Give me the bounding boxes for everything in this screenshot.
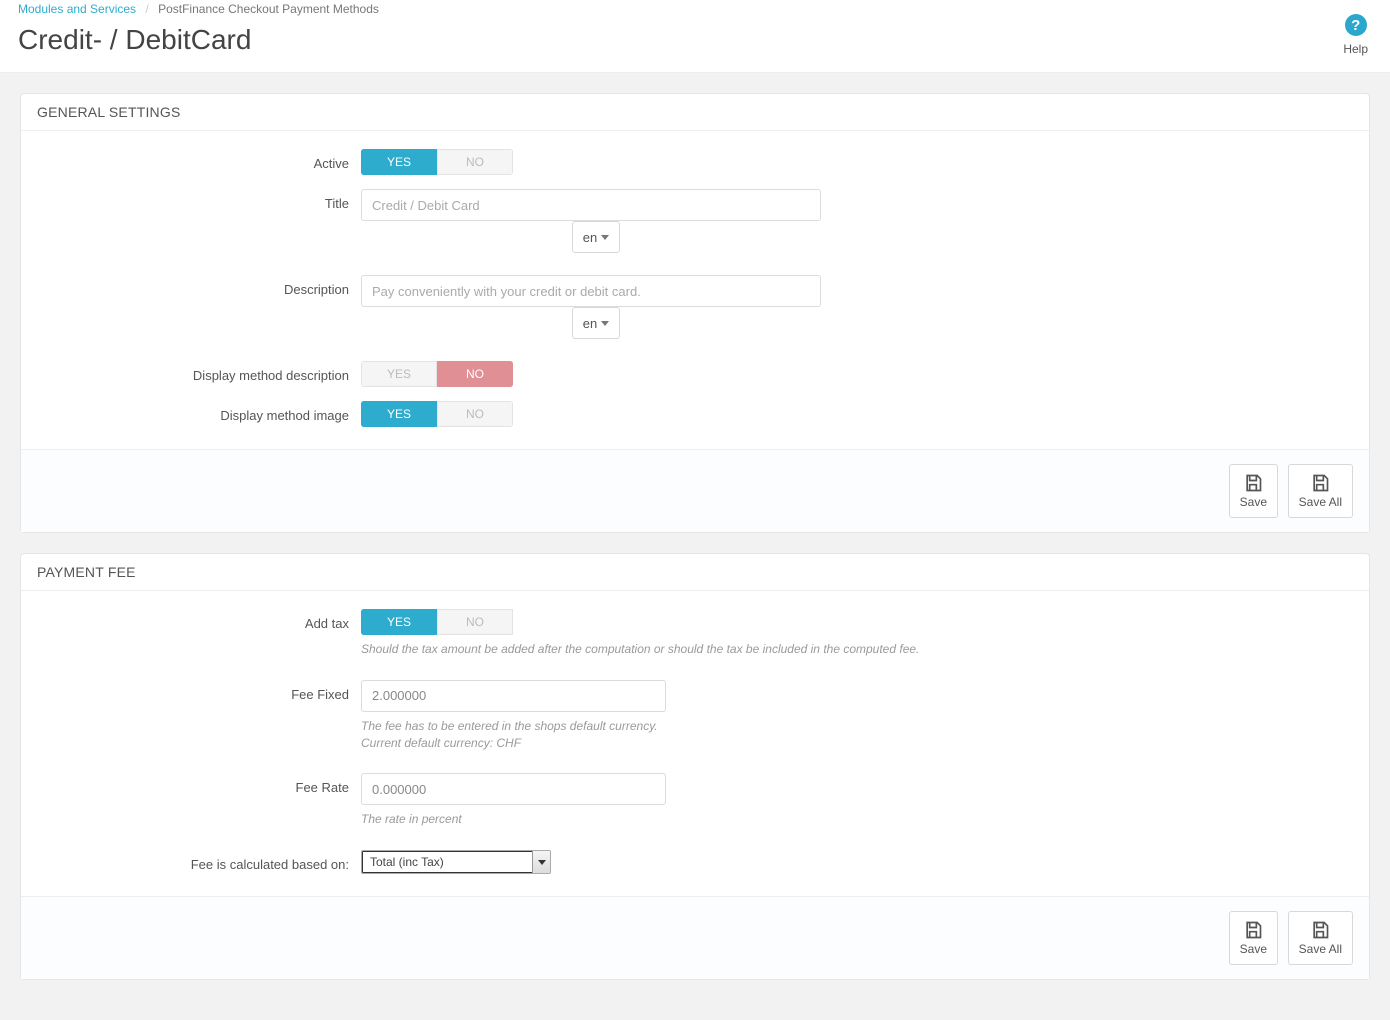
toggle-add-tax-no[interactable]: NO: [437, 609, 513, 635]
help-button[interactable]: ? Help: [1343, 14, 1368, 56]
label-fee-rate: Fee Rate: [41, 773, 361, 795]
lang-selector-title-label: en: [583, 230, 597, 245]
content-area: GENERAL SETTINGS Active YES NO Title en: [0, 72, 1390, 1020]
breadcrumb-current: PostFinance Checkout Payment Methods: [158, 2, 379, 16]
chevron-down-icon: [601, 321, 609, 326]
toggle-display-description-no[interactable]: NO: [437, 361, 513, 387]
label-description: Description: [41, 275, 361, 297]
breadcrumb-separator: /: [139, 2, 154, 16]
toggle-active-yes[interactable]: YES: [361, 149, 437, 175]
select-fee-base[interactable]: Total (inc Tax): [361, 850, 551, 874]
toggle-active[interactable]: YES NO: [361, 149, 513, 175]
label-fee-fixed: Fee Fixed: [41, 680, 361, 702]
panel-header-fee: PAYMENT FEE: [21, 554, 1369, 591]
help-label: Help: [1343, 42, 1368, 56]
panel-footer-general: Save Save All: [21, 449, 1369, 532]
lang-selector-description-label: en: [583, 316, 597, 331]
panel-header-general: GENERAL SETTINGS: [21, 94, 1369, 131]
save-icon: [1310, 920, 1330, 940]
save-all-button-label: Save All: [1299, 495, 1342, 509]
label-title: Title: [41, 189, 361, 211]
select-fee-base-button[interactable]: [532, 851, 550, 873]
toggle-display-image[interactable]: YES NO: [361, 401, 513, 427]
breadcrumb-root[interactable]: Modules and Services: [18, 2, 136, 16]
toggle-add-tax[interactable]: YES NO: [361, 609, 919, 635]
save-button[interactable]: Save: [1229, 464, 1278, 518]
panel-payment-fee: PAYMENT FEE Add tax YES NO Should the ta…: [20, 553, 1370, 980]
save-all-button[interactable]: Save All: [1288, 464, 1353, 518]
input-fee-rate[interactable]: [361, 773, 666, 805]
save-all-button-label: Save All: [1299, 942, 1342, 956]
help-text-add-tax: Should the tax amount be added after the…: [361, 641, 919, 658]
chevron-down-icon: [601, 235, 609, 240]
toggle-display-description-yes[interactable]: YES: [361, 361, 437, 387]
save-icon: [1243, 473, 1263, 493]
save-button-label: Save: [1240, 495, 1267, 509]
lang-selector-title[interactable]: en: [572, 221, 620, 253]
save-icon: [1243, 920, 1263, 940]
save-icon: [1310, 473, 1330, 493]
page-header: Modules and Services / PostFinance Check…: [0, 0, 1390, 72]
save-button-label: Save: [1240, 942, 1267, 956]
toggle-active-no[interactable]: NO: [437, 149, 513, 175]
toggle-add-tax-yes[interactable]: YES: [361, 609, 437, 635]
label-fee-base: Fee is calculated based on:: [41, 850, 361, 872]
input-title[interactable]: [361, 189, 821, 221]
label-display-method-description: Display method description: [41, 361, 361, 383]
save-button[interactable]: Save: [1229, 911, 1278, 965]
help-text-fee-rate: The rate in percent: [361, 811, 666, 828]
input-description[interactable]: [361, 275, 821, 307]
help-text-fee-fixed-2: Current default currency: CHF: [361, 735, 666, 752]
breadcrumb: Modules and Services / PostFinance Check…: [18, 0, 1372, 16]
help-icon: ?: [1345, 14, 1367, 36]
toggle-display-description[interactable]: YES NO: [361, 361, 513, 387]
panel-footer-fee: Save Save All: [21, 896, 1369, 979]
chevron-down-icon: [538, 860, 546, 865]
page-title: Credit- / DebitCard: [18, 24, 1372, 56]
select-fee-base-value: Total (inc Tax): [361, 850, 551, 874]
toggle-display-image-yes[interactable]: YES: [361, 401, 437, 427]
toggle-display-image-no[interactable]: NO: [437, 401, 513, 427]
label-display-method-image: Display method image: [41, 401, 361, 423]
input-fee-fixed[interactable]: [361, 680, 666, 712]
panel-general-settings: GENERAL SETTINGS Active YES NO Title en: [20, 93, 1370, 533]
help-text-fee-fixed-1: The fee has to be entered in the shops d…: [361, 718, 666, 735]
label-add-tax: Add tax: [41, 609, 361, 631]
label-active: Active: [41, 149, 361, 171]
lang-selector-description[interactable]: en: [572, 307, 620, 339]
save-all-button[interactable]: Save All: [1288, 911, 1353, 965]
